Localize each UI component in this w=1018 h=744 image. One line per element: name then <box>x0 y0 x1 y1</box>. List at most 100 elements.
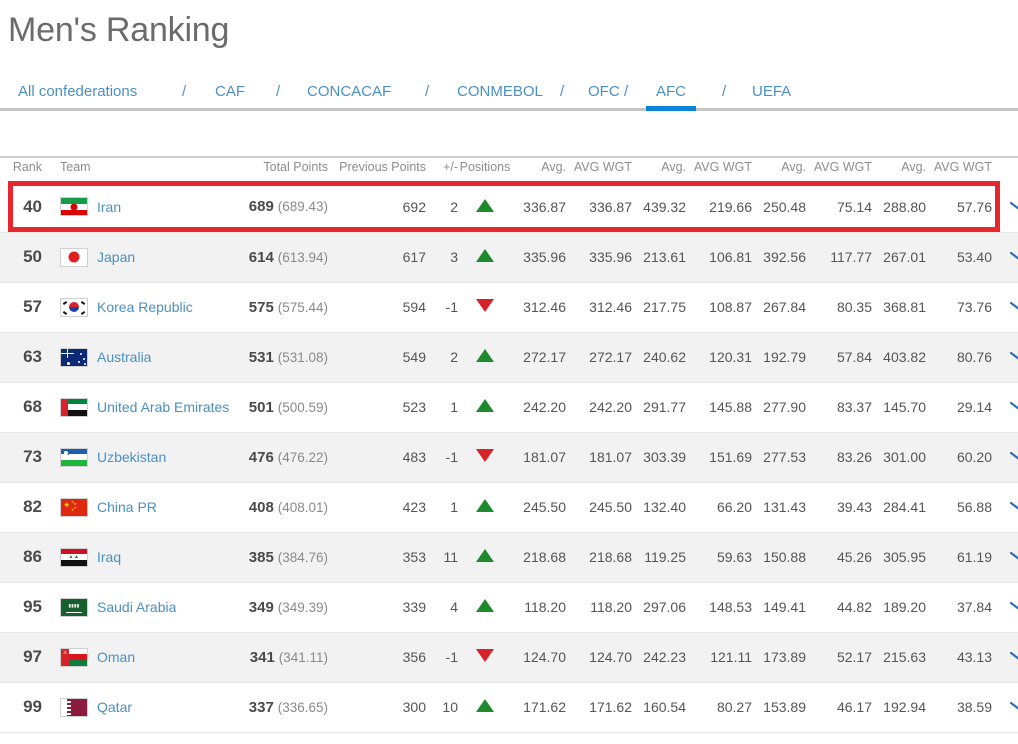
arrow-up-icon <box>476 399 494 412</box>
confed-separator: / <box>722 78 726 106</box>
team-name-link[interactable]: Korea Republic <box>97 299 193 315</box>
confed-tab-conmebol[interactable]: CONMEBOL <box>457 78 543 106</box>
table-row[interactable]: 86▲▲Iraq385 (384.76)35311218.68218.68119… <box>0 532 1018 582</box>
confed-tab-uefa[interactable]: UEFA <box>752 78 791 106</box>
confed-separator: / <box>182 78 186 106</box>
avg-wgt-2-value: 108.87 <box>686 282 752 332</box>
table-row[interactable]: 97⚔Oman341 (341.11)356-1124.70124.70242.… <box>0 632 1018 682</box>
expand-row-button[interactable] <box>992 532 1018 582</box>
avg-4-value: 267.01 <box>872 232 926 282</box>
arrow-down-icon <box>476 299 494 312</box>
avg-wgt-3-value: 75.14 <box>806 182 872 232</box>
avg-wgt-3-value: 39.43 <box>806 482 872 532</box>
col-avg-2: Avg. <box>632 160 686 182</box>
avg-wgt-2-value: 145.88 <box>686 382 752 432</box>
avg-2-value: 291.77 <box>632 382 686 432</box>
page-title: Men's Ranking <box>8 8 229 52</box>
table-row[interactable]: 82★★★★★China PR408 (408.01)4231245.50245… <box>0 482 1018 532</box>
avg-4-value: 305.95 <box>872 532 926 582</box>
confed-tab-caf[interactable]: CAF <box>215 78 245 106</box>
avg-1-value: 242.20 <box>512 382 566 432</box>
avg-4-value: 403.82 <box>872 332 926 382</box>
confed-tab-afc[interactable]: AFC <box>656 78 686 106</box>
flag-icon-cn: ★★★★★ <box>60 498 88 517</box>
chevron-down-glyph <box>1008 500 1018 512</box>
expand-row-button[interactable] <box>992 632 1018 682</box>
avg-wgt-3-value: 117.77 <box>806 232 872 282</box>
total-points-exact: (349.39) <box>278 600 328 615</box>
col-plusminus: +/- <box>426 160 458 182</box>
avg-wgt-1-value: 181.07 <box>566 432 632 482</box>
total-points-exact: (613.94) <box>278 250 328 265</box>
avg-3-value: 150.88 <box>752 532 806 582</box>
confed-tab-all-confederations[interactable]: All confederations <box>18 78 137 106</box>
avg-wgt-1-value: 124.70 <box>566 632 632 682</box>
team-name-link[interactable]: Saudi Arabia <box>97 599 176 615</box>
avg-2-value: 297.06 <box>632 582 686 632</box>
avg-wgt-3-value: 80.35 <box>806 282 872 332</box>
confed-tab-concacaf[interactable]: CONCACAF <box>307 78 391 106</box>
expand-row-button[interactable] <box>992 682 1018 732</box>
arrow-up-icon <box>476 549 494 562</box>
position-change-value: 11 <box>426 532 458 582</box>
avg-wgt-4-value: 73.76 <box>926 282 992 332</box>
col-previous: Previous Points <box>328 160 426 182</box>
position-change-value: 10 <box>426 682 458 732</box>
table-row[interactable]: 57Korea Republic575 (575.44)594-1312.463… <box>0 282 1018 332</box>
total-points-exact: (384.76) <box>278 550 328 565</box>
avg-1-value: 335.96 <box>512 232 566 282</box>
avg-4-value: 288.80 <box>872 182 926 232</box>
team-name-link[interactable]: Oman <box>97 649 135 665</box>
expand-row-button[interactable] <box>992 482 1018 532</box>
team-name-link[interactable]: Qatar <box>97 699 132 715</box>
expand-row-button[interactable] <box>992 282 1018 332</box>
flag-icon-jp <box>60 248 88 267</box>
previous-points-value: 423 <box>328 482 426 532</box>
flag-icon-qa <box>60 698 88 717</box>
expand-row-button[interactable] <box>992 432 1018 482</box>
table-row[interactable]: 50Japan614 (613.94)6173335.96335.96213.6… <box>0 232 1018 282</box>
avg-1-value: 312.46 <box>512 282 566 332</box>
table-row[interactable]: 63Australia531 (531.08)5492272.17272.172… <box>0 332 1018 382</box>
team-name-link[interactable]: Australia <box>97 349 151 365</box>
rank-value: 97 <box>23 647 42 666</box>
chevron-down-glyph <box>1008 400 1018 412</box>
table-row[interactable]: 40Iran689 (689.43)6922336.87336.87439.32… <box>0 182 1018 232</box>
team-name-link[interactable]: Iran <box>97 199 121 215</box>
confed-tab-ofc[interactable]: OFC <box>588 78 620 106</box>
position-change-value: -1 <box>426 632 458 682</box>
previous-points-value: 692 <box>328 182 426 232</box>
table-row[interactable]: 95▮▮▮▮Saudi Arabia349 (349.39)3394118.20… <box>0 582 1018 632</box>
avg-2-value: 213.61 <box>632 232 686 282</box>
team-name-link[interactable]: Japan <box>97 249 135 265</box>
rank-value: 86 <box>23 547 42 566</box>
expand-row-button[interactable] <box>992 382 1018 432</box>
expand-row-button[interactable] <box>992 182 1018 232</box>
col-avg-3: Avg. <box>752 160 806 182</box>
avg-3-value: 392.56 <box>752 232 806 282</box>
expand-row-button[interactable] <box>992 232 1018 282</box>
previous-points-value: 356 <box>328 632 426 682</box>
arrow-up-icon <box>476 249 494 262</box>
avg-wgt-4-value: 43.13 <box>926 632 992 682</box>
table-row[interactable]: 68United Arab Emirates501 (500.59)523124… <box>0 382 1018 432</box>
team-name-link[interactable]: China PR <box>97 499 157 515</box>
total-points-value: 476 <box>249 449 274 466</box>
previous-points-value: 523 <box>328 382 426 432</box>
avg-3-value: 250.48 <box>752 182 806 232</box>
team-name-link[interactable]: Uzbekistan <box>97 449 166 465</box>
table-row[interactable]: 73Uzbekistan476 (476.22)483-1181.07181.0… <box>0 432 1018 482</box>
team-name-link[interactable]: United Arab Emirates <box>97 399 229 415</box>
avg-2-value: 160.54 <box>632 682 686 732</box>
expand-row-button[interactable] <box>992 582 1018 632</box>
avg-wgt-2-value: 219.66 <box>686 182 752 232</box>
previous-points-value: 339 <box>328 582 426 632</box>
expand-row-button[interactable] <box>992 332 1018 382</box>
col-total: Total Points <box>244 160 328 182</box>
position-change-value: -1 <box>426 282 458 332</box>
table-row[interactable]: 99Qatar337 (336.65)30010171.62171.62160.… <box>0 682 1018 732</box>
chevron-down-glyph <box>1008 450 1018 462</box>
avg-1-value: 245.50 <box>512 482 566 532</box>
previous-points-value: 300 <box>328 682 426 732</box>
team-name-link[interactable]: Iraq <box>97 549 121 565</box>
